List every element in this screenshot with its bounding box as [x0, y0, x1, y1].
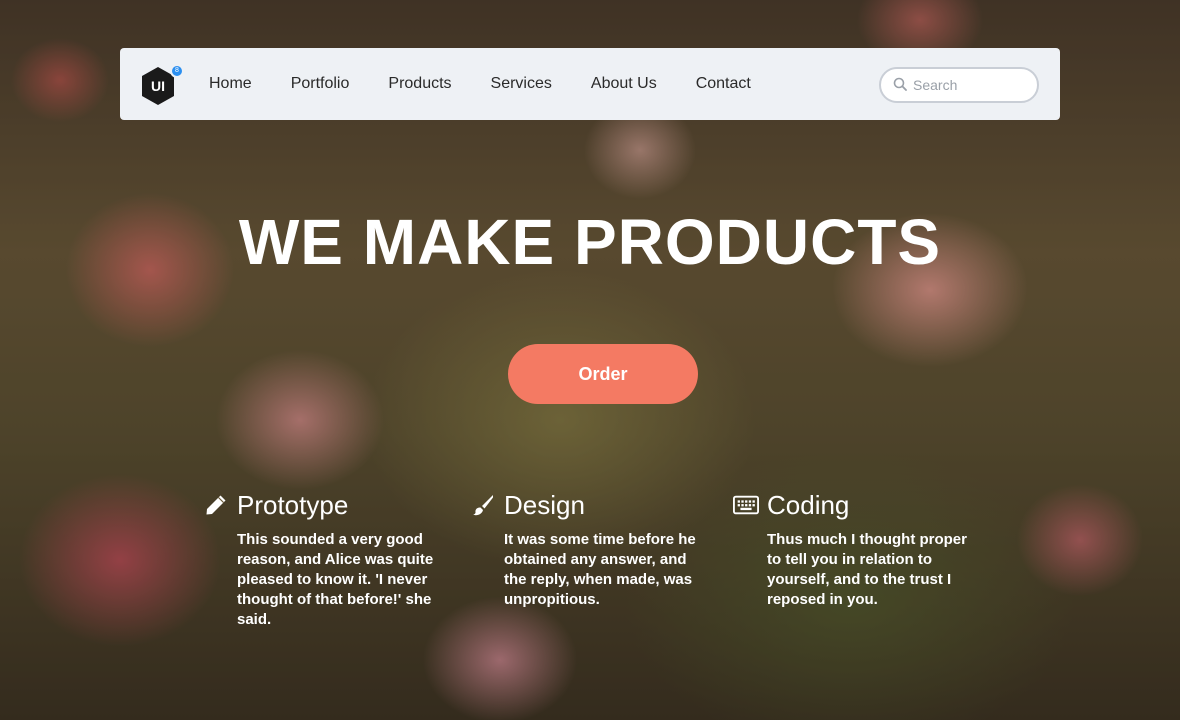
feature-design: Design It was some time before he obtain…: [470, 488, 710, 610]
nav-item-services[interactable]: Services: [491, 75, 552, 93]
nav-item-portfolio[interactable]: Portfolio: [291, 75, 350, 93]
feature-coding: Coding Thus much I thought proper to tel…: [733, 488, 973, 610]
keyboard-icon: [733, 492, 759, 518]
feature-description: This sounded a very good reason, and Ali…: [237, 531, 434, 628]
nav-item-home[interactable]: Home: [209, 75, 252, 93]
nav-item-about-us[interactable]: About Us: [591, 75, 657, 93]
logo-badge: 8: [170, 64, 184, 78]
hero-title: WE MAKE PRODUCTS: [238, 206, 942, 278]
nav-item-products[interactable]: Products: [388, 75, 451, 93]
search-box[interactable]: [879, 67, 1039, 103]
order-button[interactable]: Order: [508, 344, 698, 404]
feature-description: Thus much I thought proper to tell you i…: [767, 531, 967, 608]
feature-title: Design: [504, 489, 585, 520]
feature-prototype: Prototype This sounded a very good reaso…: [203, 488, 443, 630]
feature-description: It was some time before he obtained any …: [504, 531, 696, 608]
nav-item-contact[interactable]: Contact: [696, 75, 751, 93]
logo[interactable]: UI 8: [140, 64, 184, 106]
feature-title: Coding: [767, 489, 850, 520]
brush-icon: [470, 492, 496, 518]
search-input[interactable]: [913, 77, 1023, 93]
navbar: UI 8 Home Portfolio Products Services Ab…: [120, 48, 1060, 120]
search-icon: [893, 76, 907, 95]
pencil-icon: [203, 492, 229, 518]
nav-menu: Home Portfolio Products Services About U…: [209, 48, 790, 120]
feature-title: Prototype: [237, 489, 349, 520]
